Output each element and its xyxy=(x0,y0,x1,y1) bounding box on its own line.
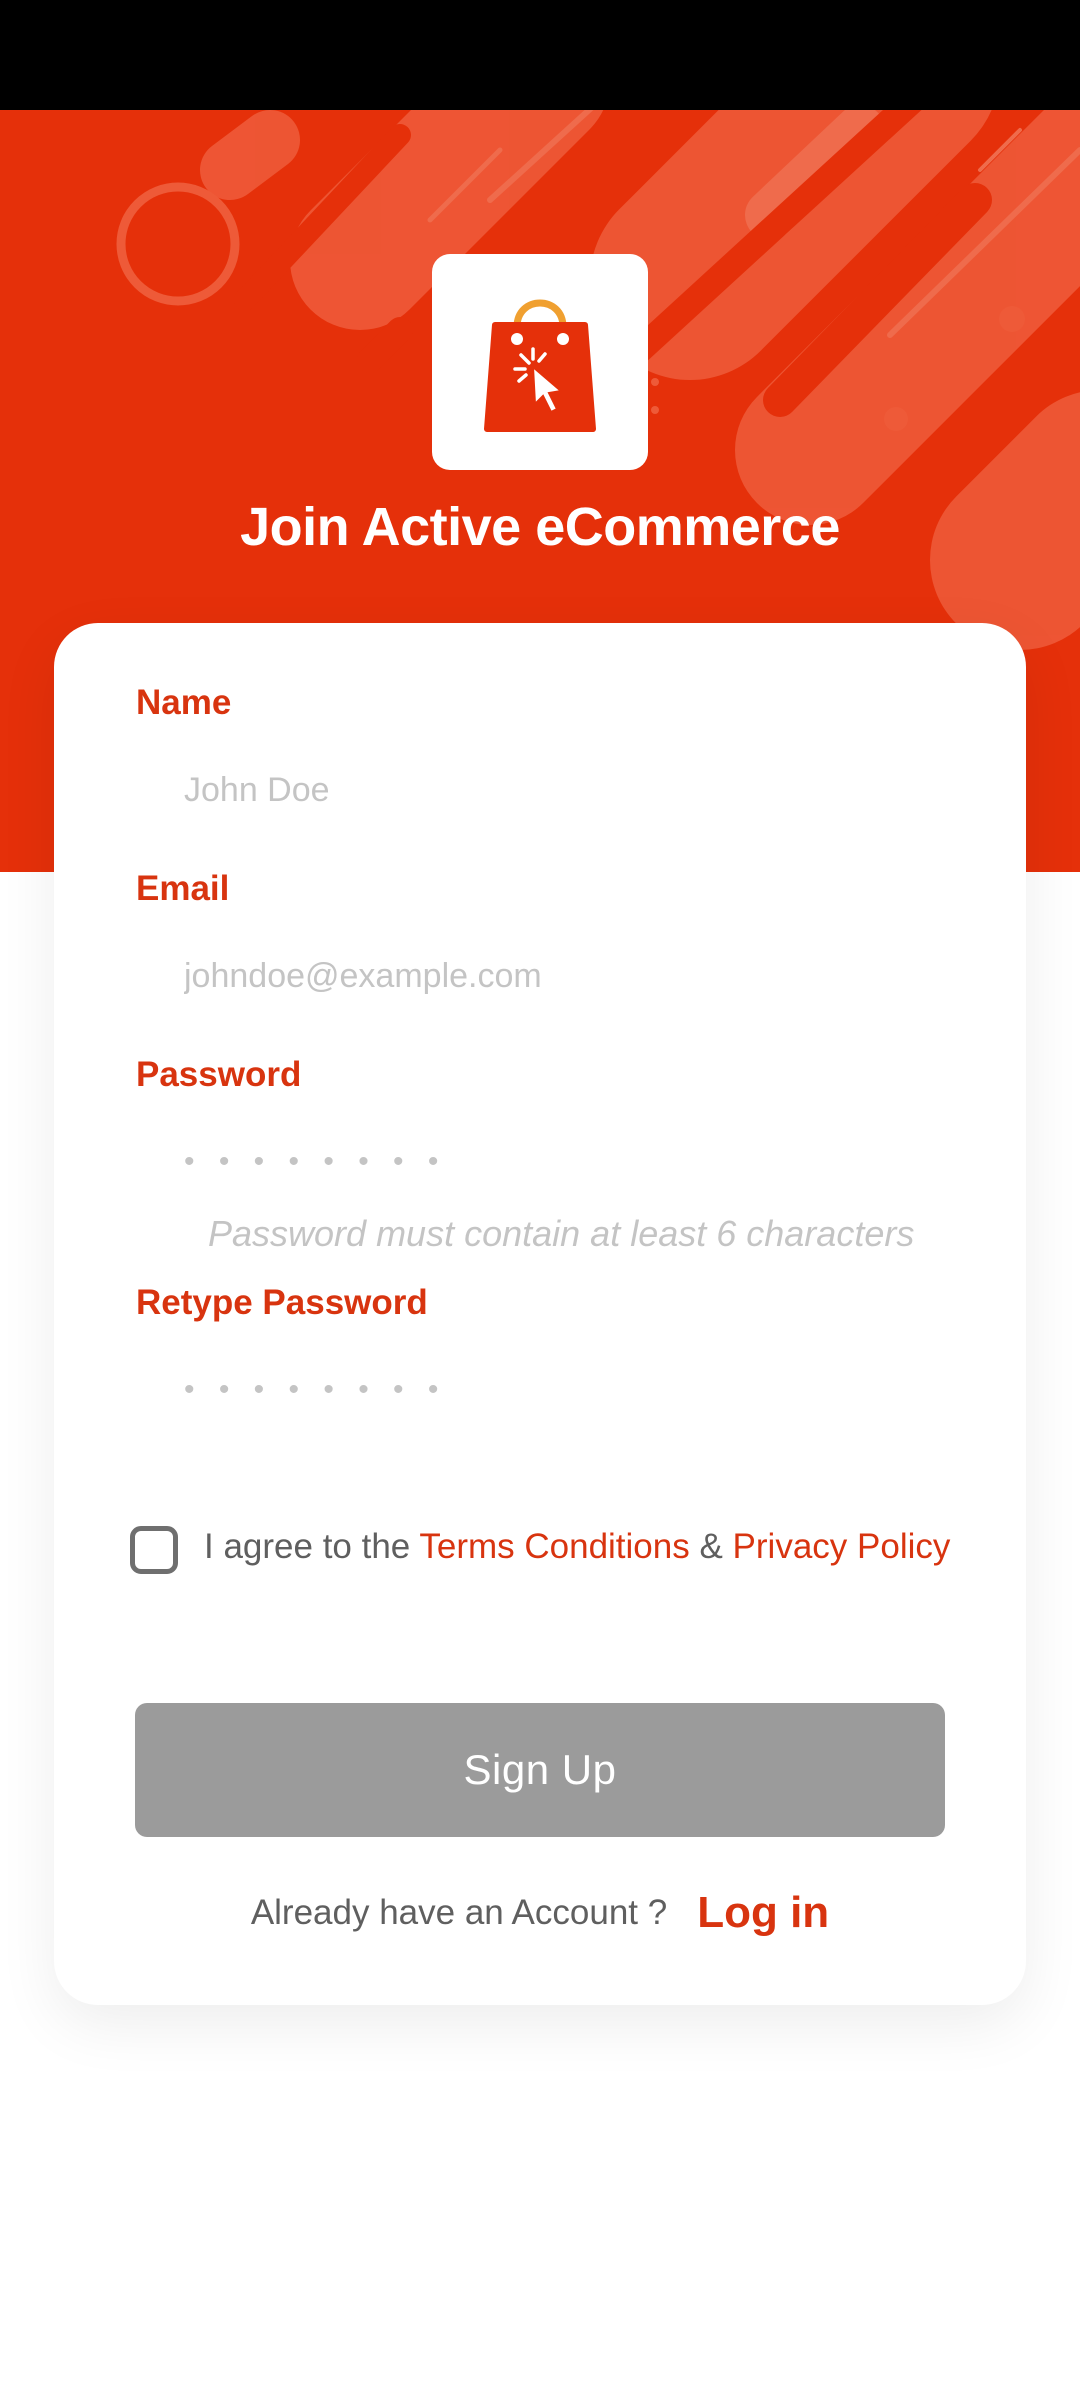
login-prompt: Already have an Account ? Log in xyxy=(54,1888,1026,1938)
privacy-link[interactable]: Privacy Policy xyxy=(733,1527,951,1566)
agree-text: I agree to the Terms Conditions & Privac… xyxy=(204,1526,964,1568)
email-label: Email xyxy=(136,869,230,908)
page-title: Join Active eCommerce xyxy=(240,497,840,557)
agree-checkbox[interactable] xyxy=(130,1526,178,1574)
signup-card: Name Email Password Password must contai… xyxy=(54,623,1026,2005)
login-prompt-text: Already have an Account ? xyxy=(250,1893,668,1932)
email-input[interactable] xyxy=(184,941,964,1011)
terms-link[interactable]: Terms Conditions xyxy=(419,1527,689,1566)
app-logo xyxy=(432,254,648,470)
shopping-bag-cursor-icon xyxy=(484,299,596,432)
retype-password-label: Retype Password xyxy=(136,1283,428,1322)
password-label: Password xyxy=(136,1055,302,1094)
name-input[interactable] xyxy=(184,755,964,825)
password-hint: Password must contain at least 6 charact… xyxy=(208,1213,915,1254)
signup-button[interactable]: Sign Up xyxy=(135,1703,945,1837)
login-link[interactable]: Log in xyxy=(697,1888,829,1938)
status-bar xyxy=(0,0,1080,110)
retype-password-input[interactable] xyxy=(184,1355,964,1425)
agree-prefix: I agree to the xyxy=(204,1527,420,1566)
password-input[interactable] xyxy=(184,1127,964,1197)
agree-ampersand: & xyxy=(689,1527,733,1566)
name-label: Name xyxy=(136,683,232,722)
